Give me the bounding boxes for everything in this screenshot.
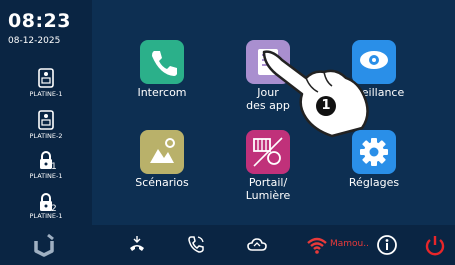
sidebar-item-label: PLATINE-1 — [29, 172, 63, 180]
info-icon[interactable] — [376, 233, 398, 257]
app-label: Portail/ Lumière — [245, 176, 291, 202]
app-scenarios[interactable]: Scénarios — [112, 130, 212, 189]
clock-date: 08-12-2025 — [8, 36, 61, 46]
pointing-hand-icon — [262, 50, 369, 138]
door-station-icon — [38, 68, 54, 88]
phone-icon — [140, 40, 184, 84]
sidebar-item-label: PLATINE-1 — [29, 212, 63, 220]
sidebar: 08:23 08-12-2025 PLATINE-1 PLATINE-2 1 P… — [0, 0, 92, 225]
sidebar-item-label: PLATINE-1 — [29, 90, 63, 98]
call-icon[interactable] — [186, 233, 206, 257]
cloud-icon[interactable] — [246, 233, 268, 257]
wifi-icon[interactable] — [306, 233, 328, 257]
app-settings[interactable]: Réglages — [324, 130, 424, 189]
clock-time: 08:23 — [8, 10, 71, 32]
sidebar-item-platine-1[interactable]: PLATINE-1 — [0, 68, 92, 108]
home-logo-icon[interactable] — [30, 233, 58, 257]
sidebar-item-label: PLATINE-2 — [29, 132, 63, 140]
app-label: Réglages — [348, 176, 400, 189]
app-intercom[interactable]: Intercom — [112, 40, 212, 99]
step-marker-number: 1 — [321, 98, 331, 113]
intercom-screen: 08:23 08-12-2025 PLATINE-1 PLATINE-2 1 P… — [0, 0, 455, 265]
door-station-icon — [38, 110, 54, 130]
app-label: Scénarios — [135, 176, 189, 189]
hangup-icon[interactable] — [127, 233, 147, 257]
sidebar-item-platine-2[interactable]: PLATINE-2 — [0, 110, 92, 150]
app-gate-light[interactable]: Portail/ Lumière — [218, 130, 318, 202]
step-marker: 1 — [316, 96, 336, 116]
bottom-bar: Mamou.. — [0, 225, 455, 265]
lock-number: 1 — [51, 162, 57, 172]
scene-icon — [140, 130, 184, 174]
power-icon[interactable] — [424, 233, 446, 257]
wifi-network-label: Mamou.. — [330, 239, 369, 249]
app-label: Intercom — [137, 86, 187, 99]
sidebar-item-lock-1[interactable]: 1 PLATINE-1 — [0, 150, 92, 190]
